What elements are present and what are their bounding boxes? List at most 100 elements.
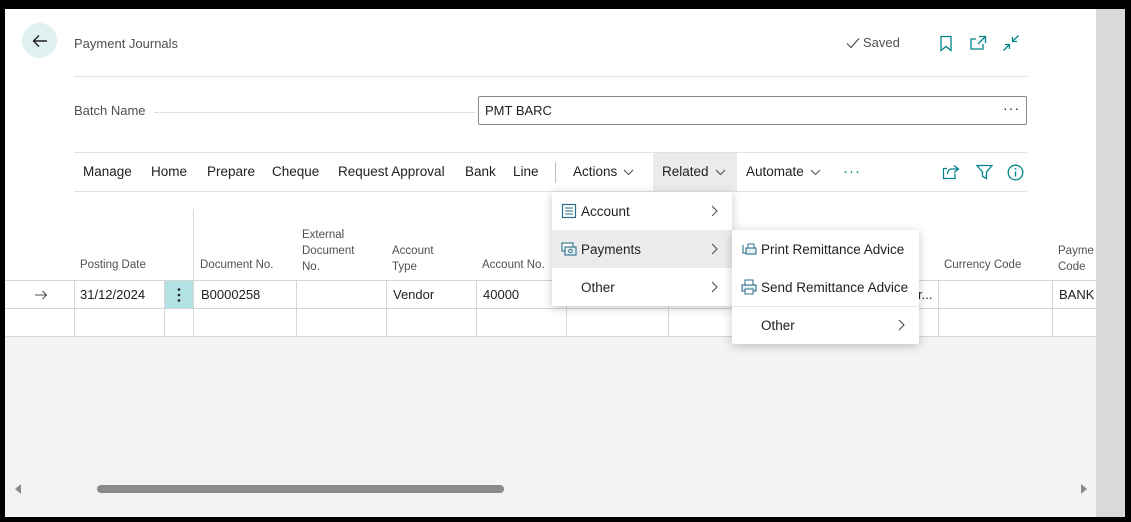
grid-divider [193,209,194,336]
menu-item-other-label: Other [581,279,615,295]
grid-line [1052,280,1053,337]
cell-account-no[interactable]: 40000 [483,287,519,302]
menu-item-payments[interactable]: Payments [552,230,732,268]
collapse-button[interactable] [1001,33,1021,53]
batch-name-lookup-button[interactable]: ··· [1003,100,1020,116]
column-external-document-no[interactable]: External Document No. [302,227,354,275]
check-icon [846,37,860,48]
grid-line [74,280,75,337]
column-external-line-1: External [302,229,345,241]
send-document-icon [741,279,757,295]
menu-item-other-submenu-label: Other [761,317,795,333]
action-home[interactable]: Home [142,153,196,191]
action-separator [555,162,556,183]
chevron-right-icon [711,205,718,217]
filter-icon [975,164,993,180]
open-new-window-icon [970,35,987,50]
arrow-right-icon [35,290,48,300]
cell-payment-code[interactable]: BANK [1059,287,1094,302]
account-icon [561,203,577,219]
action-related-label: Related [662,164,709,179]
cell-document-no[interactable]: B0000258 [201,287,260,302]
header-divider [74,76,1027,77]
row-actions-button[interactable] [165,281,193,308]
share-button[interactable] [942,163,960,181]
action-cheque[interactable]: Cheque [263,153,328,191]
action-prepare[interactable]: Prepare [198,153,264,191]
menu-item-other-submenu[interactable]: Other [732,306,919,344]
column-account-type-line-2: Type [392,261,417,273]
page-title: Payment Journals [74,36,179,51]
saved-status: Saved [846,35,900,50]
column-payment-code[interactable]: Payme Code [1058,243,1094,275]
share-icon [942,164,960,180]
arrow-left-icon [32,34,47,47]
column-payment-code-line-2: Code [1058,261,1086,273]
filter-button[interactable] [975,163,993,181]
grid-line [296,280,297,337]
menu-item-other[interactable]: Other [552,268,732,306]
action-request-approval[interactable]: Request Approval [329,153,454,191]
menu-item-print-remittance-advice[interactable]: Print Remittance Advice [732,230,919,268]
chevron-down-icon [623,169,634,176]
menu-item-send-remittance-label: Send Remittance Advice [761,279,909,295]
grid-line [938,280,939,337]
action-actions-label: Actions [573,164,618,179]
payments-submenu: Print Remittance Advice Send Remittance … [732,230,919,344]
info-button[interactable] [1006,163,1024,181]
column-external-line-3: No. [302,261,320,273]
cell-truncated[interactable]: r... [918,287,932,302]
chevron-right-icon [898,319,905,331]
page: Payment Journals Saved Batch Name PMT BA… [5,9,1096,517]
action-related[interactable]: Related [653,153,737,191]
menu-item-payments-label: Payments [581,241,642,257]
action-manage[interactable]: Manage [74,153,141,191]
batch-name-leader [155,112,475,113]
column-document-no[interactable]: Document No. [200,257,274,273]
action-bar: Manage Home Prepare Cheque Request Appro… [74,152,1027,192]
back-button[interactable] [22,23,57,58]
saved-label: Saved [863,35,900,50]
bookmark-button[interactable] [936,33,956,53]
column-account-type-line-1: Account [392,245,434,257]
column-posting-date[interactable]: Posting Date [80,257,146,273]
scroll-left-icon[interactable] [13,483,23,495]
column-currency-code[interactable]: Currency Code [944,257,1021,273]
batch-name-label: Batch Name [74,103,146,118]
cell-posting-date[interactable]: 31/12/2024 [80,287,145,302]
row-indicator [34,288,48,303]
menu-item-send-remittance-advice[interactable]: Send Remittance Advice [732,268,919,306]
payments-icon [561,242,577,256]
column-external-line-2: Document [302,245,355,257]
related-menu: Account Payments Other [552,192,732,306]
column-account-type[interactable]: Account Type [392,243,434,275]
horizontal-scrollbar[interactable] [5,480,1096,498]
print-icon [742,243,757,255]
batch-name-input[interactable]: PMT BARC ··· [478,96,1027,125]
action-automate-label: Automate [746,164,804,179]
info-icon [1007,164,1023,180]
vertical-ellipsis-icon [177,287,181,302]
scroll-right-icon[interactable] [1079,483,1089,495]
chevron-down-icon [810,169,821,176]
grid-line [5,308,1096,309]
action-line[interactable]: Line [504,153,548,191]
menu-item-account[interactable]: Account [552,192,732,230]
column-account-no[interactable]: Account No. [482,257,545,273]
column-payment-code-line-1: Payme [1058,245,1094,257]
scrollbar-thumb[interactable] [97,485,504,493]
background-panel [1096,9,1125,517]
action-more-button[interactable]: ··· [834,153,870,191]
action-bank[interactable]: Bank [456,153,505,191]
open-new-window-button[interactable] [968,33,988,53]
grid-line [476,280,477,337]
menu-item-account-label: Account [581,203,630,219]
menu-item-print-remittance-label: Print Remittance Advice [761,241,905,257]
batch-name-value: PMT BARC [485,103,552,118]
cell-account-type[interactable]: Vendor [393,287,434,302]
chevron-right-icon [711,243,718,255]
action-automate[interactable]: Automate [737,153,830,191]
action-actions[interactable]: Actions [564,153,643,191]
chevron-right-icon [711,281,718,293]
grid-line [386,280,387,337]
